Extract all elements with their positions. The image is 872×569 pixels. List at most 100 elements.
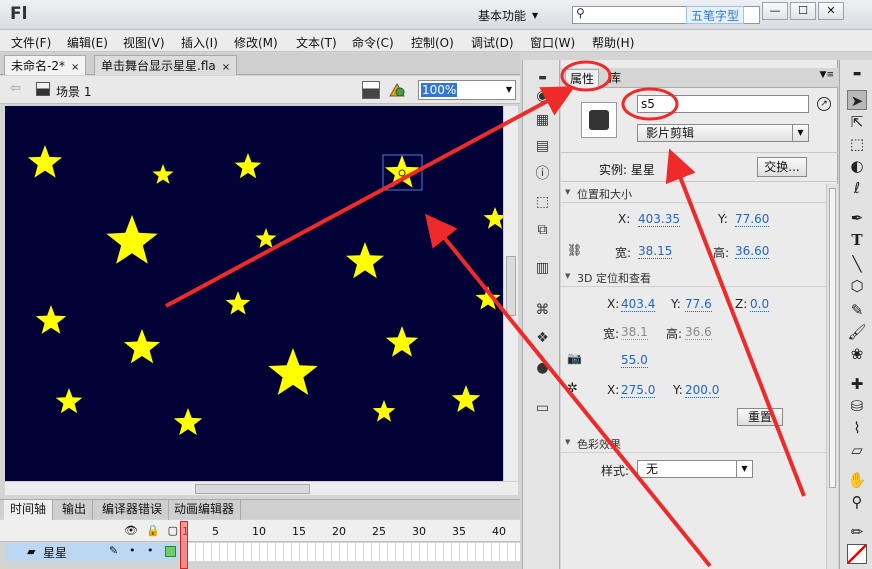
lock-icon[interactable]: 🔒 (146, 524, 160, 537)
color-swatches-icon[interactable]: ◉ (534, 88, 551, 105)
info-icon[interactable]: ⓘ (534, 166, 551, 183)
tab-library[interactable]: 库 (605, 69, 625, 88)
star-instance[interactable] (55, 388, 83, 414)
star-instance[interactable] (451, 385, 481, 413)
instance-name-input[interactable]: s5 (637, 95, 809, 113)
3d-rotation-tool-icon[interactable]: ◐ (847, 156, 867, 176)
pencil-tool-icon[interactable]: ✎ (847, 300, 867, 320)
star-instance[interactable] (385, 326, 419, 357)
eraser-tool-icon[interactable]: ▱ (847, 440, 867, 460)
perspective-angle-value[interactable]: 55.0 (621, 353, 648, 368)
stage-horizontal-scrollbar[interactable] (5, 481, 518, 495)
star-instance[interactable] (475, 286, 501, 310)
section-color-effect[interactable]: 色彩效果 (561, 436, 826, 453)
layer-row[interactable]: ▰ 星星 ✎ • • (5, 543, 180, 561)
menu-edit[interactable]: 编辑(E) (67, 34, 108, 51)
scene-panel-icon[interactable]: ▭ (534, 400, 551, 417)
edit-scene-icon[interactable] (388, 82, 406, 98)
tab-motion-editor[interactable]: 动画编辑器 (168, 500, 242, 520)
width-value[interactable]: 38.15 (638, 244, 673, 259)
menu-window[interactable]: 窗口(W) (530, 34, 575, 51)
star-instance[interactable] (268, 348, 318, 395)
eyedropper-tool-icon[interactable]: ⌇ (847, 418, 867, 438)
tab-properties[interactable]: 属性 (565, 69, 600, 88)
menu-control[interactable]: 控制(O) (411, 34, 454, 51)
outline-icon[interactable]: ▢ (168, 524, 178, 537)
back-arrow-icon[interactable]: ⇦ (10, 81, 21, 96)
menu-modify[interactable]: 修改(M) (234, 34, 278, 51)
maximize-button[interactable]: ☐ (790, 2, 816, 20)
polystar-tool-icon[interactable]: ⬡ (847, 276, 867, 296)
pen-tool-icon[interactable]: ✒ (847, 208, 867, 228)
align-icon[interactable]: ▤ (534, 138, 551, 155)
zoom-tool-icon[interactable]: ⚲ (847, 492, 867, 512)
lasso-tool-icon[interactable]: ℓ (847, 178, 867, 198)
menu-commands[interactable]: 命令(C) (352, 34, 394, 51)
height-value[interactable]: 36.60 (735, 244, 770, 259)
tab-timeline[interactable]: 时间轴 (4, 500, 54, 520)
vanishing-y-value[interactable]: 200.0 (685, 383, 720, 398)
bone-tool-icon[interactable]: ✚ (847, 374, 867, 394)
library-icon[interactable]: ▥ (534, 260, 551, 277)
stage-vertical-scrollbar[interactable] (503, 106, 518, 481)
hand-tool-icon[interactable]: ✋ (847, 470, 867, 490)
section-position-size[interactable]: 位置和大小 (561, 186, 826, 203)
brush-tool-icon[interactable]: 🖌 (847, 322, 867, 342)
y3d-value[interactable]: 77.6 (685, 297, 712, 312)
text-tool-icon[interactable]: T (847, 230, 867, 250)
star-instance[interactable] (173, 408, 203, 436)
tab-click-stage-stars[interactable]: 单击舞台显示星星.fla × (94, 55, 238, 75)
paint-bucket-tool-icon[interactable]: ⛁ (847, 396, 867, 416)
stage-stars[interactable] (5, 106, 503, 481)
x-value[interactable]: 403.35 (638, 212, 680, 227)
section-3d-position[interactable]: 3D 定位和查看 (561, 270, 826, 287)
menu-text[interactable]: 文本(T) (296, 34, 337, 51)
star-instance[interactable] (384, 155, 420, 188)
subselection-tool-icon[interactable]: ⇱ (847, 112, 867, 132)
minimize-button[interactable]: — (762, 2, 788, 20)
star-instance[interactable] (372, 400, 396, 422)
menu-view[interactable]: 视图(V) (123, 34, 165, 51)
star-instance[interactable] (27, 145, 63, 178)
reset-button[interactable]: 重置 (737, 408, 783, 426)
motion-presets-icon[interactable]: ● (534, 360, 551, 377)
playhead[interactable] (180, 521, 188, 569)
x3d-value[interactable]: 403.4 (621, 297, 656, 312)
zoom-select[interactable]: 100% ▼ (418, 80, 516, 100)
code-snippets-icon[interactable]: ⧉ (534, 222, 551, 239)
free-transform-tool-icon[interactable]: ⬚ (847, 134, 867, 154)
y-value[interactable]: 77.60 (735, 212, 770, 227)
deco-tool-icon[interactable]: ❀ (847, 344, 867, 364)
star-instance[interactable] (35, 305, 67, 334)
properties-scrollbar[interactable] (826, 184, 838, 569)
layer-color-swatch[interactable] (165, 546, 176, 557)
close-icon[interactable]: × (71, 62, 79, 73)
vanishing-x-value[interactable]: 275.0 (621, 383, 656, 398)
menu-insert[interactable]: 插入(I) (181, 34, 218, 51)
star-instance[interactable] (106, 215, 158, 264)
tab-compiler-errors[interactable]: 编译器错误 (96, 500, 170, 520)
edit-arrow-icon[interactable]: ↗ (817, 97, 831, 111)
star-instance[interactable] (225, 291, 251, 315)
star-instance[interactable] (483, 207, 503, 229)
grid-icon[interactable]: ▦ (534, 112, 551, 129)
panel-menu-icon[interactable]: ▼≡ (820, 70, 834, 80)
components-icon[interactable]: ❖ (534, 330, 551, 347)
close-icon[interactable]: × (222, 62, 230, 73)
swap-button[interactable]: 交换... (757, 157, 807, 177)
menu-debug[interactable]: 调试(D) (471, 34, 514, 51)
star-instance[interactable] (123, 329, 161, 364)
star-instance[interactable] (234, 153, 262, 179)
z3d-value[interactable]: 0.0 (750, 297, 770, 312)
transform-icon[interactable]: ⬚ (534, 194, 551, 211)
menu-file[interactable]: 文件(F) (11, 34, 51, 51)
star-instance[interactable] (346, 242, 384, 279)
eye-icon[interactable]: 👁 (124, 524, 138, 537)
instance-type-select[interactable]: 影片剪辑 ▼ (637, 124, 809, 142)
lock-dot-icon[interactable]: • (147, 544, 154, 557)
link-proportions-icon[interactable]: ⛓ (567, 243, 582, 257)
tab-untitled-2[interactable]: 未命名-2* × (4, 55, 87, 75)
actions-icon[interactable]: ⌘ (534, 302, 551, 319)
tab-output[interactable]: 输出 (56, 500, 94, 520)
workspace-switcher[interactable]: 基本功能 ▼ (478, 6, 556, 24)
